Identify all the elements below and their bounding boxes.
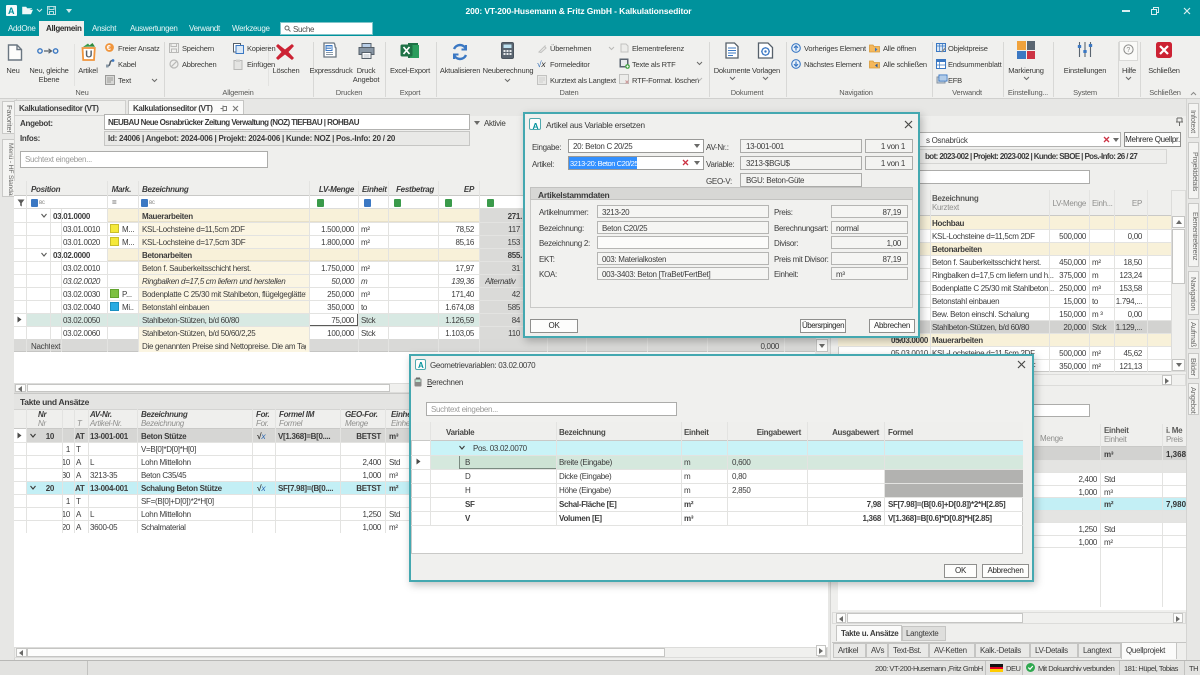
- svg-text:U: U: [85, 50, 92, 61]
- svg-text:?: ?: [1126, 47, 1130, 54]
